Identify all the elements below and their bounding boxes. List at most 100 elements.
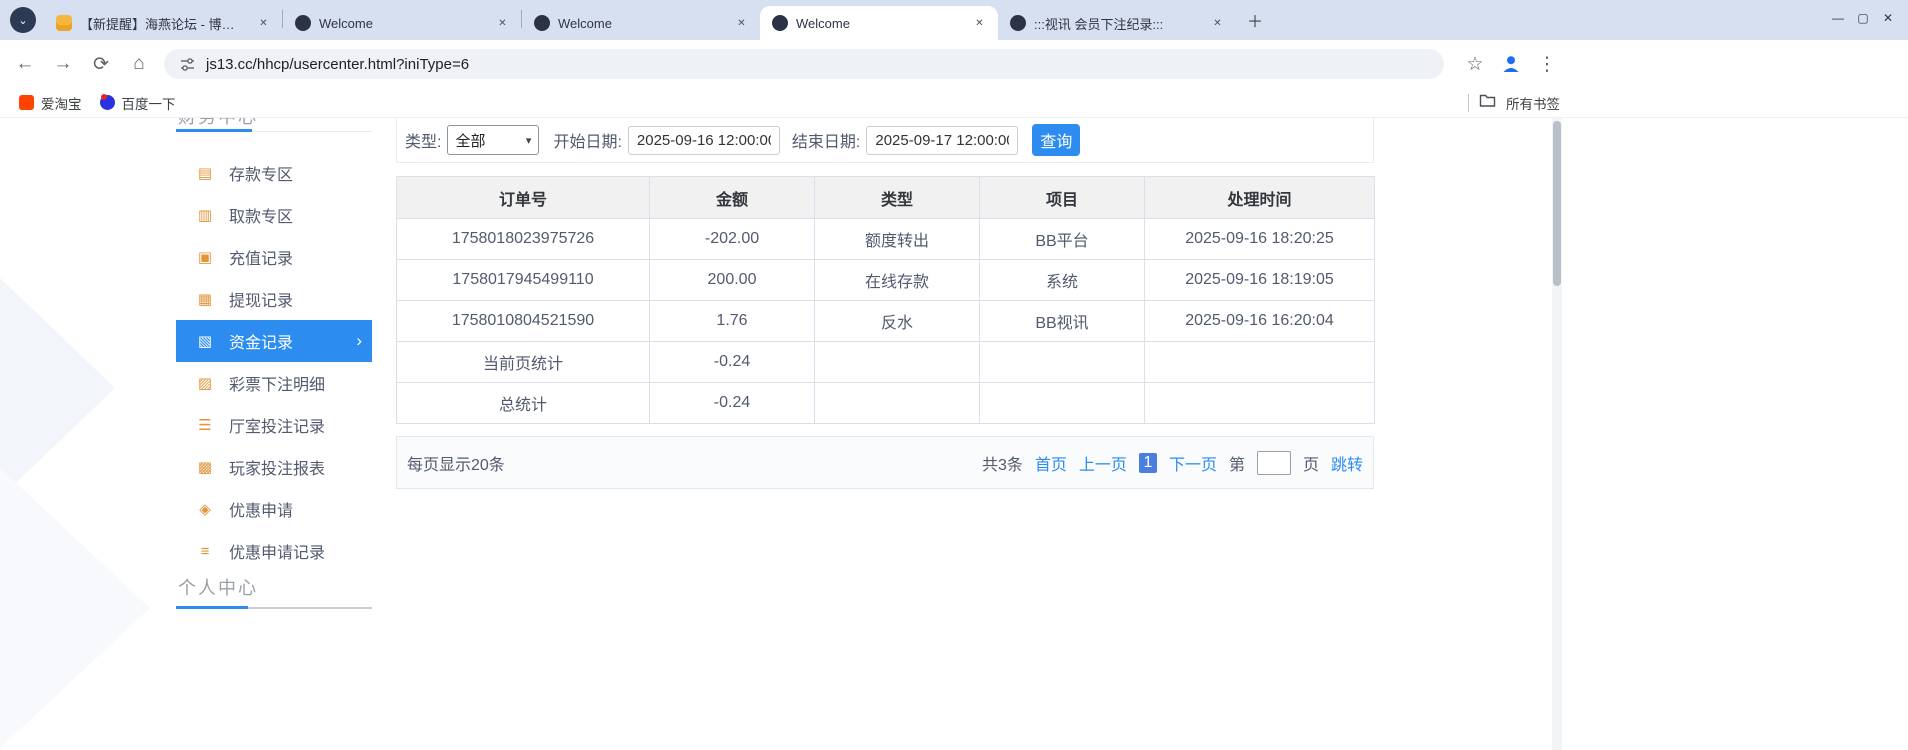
all-bookmarks-label[interactable]: 所有书签 bbox=[1506, 93, 1560, 113]
bookmarks-bar: 爱淘宝 百度一下 bbox=[0, 88, 1908, 118]
profile-avatar[interactable] bbox=[1494, 47, 1528, 81]
tab-forum[interactable]: 【新提醒】海燕论坛 - 博学交... ✕ bbox=[44, 6, 282, 40]
cell-empty bbox=[814, 382, 980, 424]
cell-type: 在线存款 bbox=[814, 259, 980, 301]
decor-triangle bbox=[0, 468, 150, 748]
records-table: 订单号 金额 类型 项目 处理时间 1758018023975726 -202.… bbox=[396, 176, 1375, 424]
end-date-label: 结束日期: bbox=[791, 134, 861, 151]
page-scrollbar[interactable] bbox=[1552, 118, 1562, 750]
sidebar-item-promo-record[interactable]: ≡ 优惠申请记录 bbox=[176, 530, 372, 572]
per-page-label: 每页显示20条 bbox=[407, 456, 505, 474]
tab-search-button[interactable]: ⌄ bbox=[10, 7, 36, 33]
sidebar-item-label: 资金记录 bbox=[229, 335, 294, 352]
table-row-grand-total: 总统计 -0.24 bbox=[396, 382, 1375, 424]
sidebar-item-label: 厅室投注记录 bbox=[229, 419, 326, 436]
address-bar[interactable]: js13.cc/hhcp/usercenter.html?iniType=6 bbox=[164, 49, 1444, 79]
sidebar-item-label: 提现记录 bbox=[229, 293, 294, 310]
jump-suffix-label: 页 bbox=[1302, 456, 1319, 474]
sidebar-item-player-report[interactable]: ▩ 玩家投注报表 bbox=[176, 446, 372, 488]
bookmark-star-icon[interactable]: ☆ bbox=[1456, 47, 1494, 81]
current-page[interactable]: 1 bbox=[1138, 452, 1157, 473]
sidebar-item-deposit[interactable]: ▤ 存款专区 bbox=[176, 152, 372, 194]
sidebar-item-lottery-bets[interactable]: ▨ 彩票下注明细 bbox=[176, 362, 372, 404]
bookmarks-divider bbox=[1468, 94, 1469, 112]
sidebar-item-label: 优惠申请 bbox=[229, 503, 294, 520]
sidebar-item-recharge-record[interactable]: ▣ 充值记录 bbox=[176, 236, 372, 278]
back-button[interactable]: ← bbox=[6, 47, 44, 81]
type-select[interactable]: 全部 ▾ bbox=[447, 125, 540, 155]
cell-time: 2025-09-16 18:20:25 bbox=[1144, 218, 1375, 260]
cell-empty bbox=[979, 341, 1145, 383]
tab-welcome-active[interactable]: Welcome ✕ bbox=[760, 6, 998, 40]
table-header-row: 订单号 金额 类型 项目 处理时间 bbox=[396, 176, 1375, 219]
prev-page-link[interactable]: 上一页 bbox=[1079, 451, 1127, 475]
page-jump-input[interactable] bbox=[1256, 450, 1291, 475]
pagination-bar: 每页显示20条 共3条 首页 上一页 1 下一页 第 页 跳转 bbox=[396, 436, 1374, 489]
deposit-icon: ▤ bbox=[197, 165, 213, 182]
start-date-input[interactable] bbox=[627, 125, 780, 155]
cell-type: 反水 bbox=[814, 300, 980, 342]
tab-welcome-2[interactable]: Welcome ✕ bbox=[522, 6, 760, 40]
tab-close-icon[interactable]: ✕ bbox=[971, 15, 988, 32]
new-tab-button[interactable]: ＋ bbox=[1242, 7, 1268, 33]
bookmark-aitaobao[interactable]: 爱淘宝 bbox=[10, 90, 91, 116]
tab-close-icon[interactable]: ✕ bbox=[494, 15, 511, 32]
baidu-favicon bbox=[99, 94, 115, 110]
column-header-amount: 金额 bbox=[649, 176, 815, 219]
next-page-link[interactable]: 下一页 bbox=[1169, 451, 1217, 475]
browser-window: ⌄ 【新提醒】海燕论坛 - 博学交... ✕ Welcome ✕ Welcome… bbox=[0, 0, 1908, 750]
bookmark-baidu[interactable]: 百度一下 bbox=[91, 90, 185, 116]
sidebar-item-fund-record[interactable]: ▧ 资金记录 › bbox=[176, 320, 372, 362]
chevron-down-icon: ▾ bbox=[525, 134, 532, 147]
tab-close-icon[interactable]: ✕ bbox=[733, 15, 750, 32]
column-header-order: 订单号 bbox=[396, 176, 650, 219]
minimize-button[interactable]: — bbox=[1826, 6, 1850, 30]
column-header-project: 项目 bbox=[979, 176, 1145, 219]
pagination-controls: 共3条 首页 上一页 1 下一页 第 页 跳转 bbox=[982, 450, 1363, 475]
tab-welcome-1[interactable]: Welcome ✕ bbox=[283, 6, 521, 40]
cell-amount: -0.24 bbox=[649, 341, 815, 383]
reload-button[interactable]: ⟳ bbox=[82, 47, 120, 81]
scrollbar-thumb[interactable] bbox=[1553, 121, 1561, 286]
cell-order: 1758017945499110 bbox=[396, 259, 650, 301]
sidebar-item-room-bets[interactable]: ☰ 厅室投注记录 bbox=[176, 404, 372, 446]
type-select-value: 全部 bbox=[455, 132, 486, 150]
browser-menu-icon[interactable]: ⋮ bbox=[1528, 47, 1566, 81]
search-button[interactable]: 查询 bbox=[1032, 124, 1081, 156]
maximize-button[interactable]: ▢ bbox=[1851, 6, 1875, 30]
sidebar-item-withdrawal-record[interactable]: ▦ 提现记录 bbox=[176, 278, 372, 320]
close-button[interactable]: ✕ bbox=[1876, 6, 1900, 30]
jump-link[interactable]: 跳转 bbox=[1331, 451, 1363, 475]
column-header-time: 处理时间 bbox=[1144, 176, 1375, 219]
url-text[interactable]: js13.cc/hhcp/usercenter.html?iniType=6 bbox=[206, 56, 469, 73]
cell-project: 系统 bbox=[979, 259, 1145, 301]
tab-video-records[interactable]: :::视讯 会员下注纪录::: ✕ bbox=[998, 6, 1236, 40]
forward-button[interactable]: → bbox=[44, 47, 82, 81]
home-button[interactable]: ⌂ bbox=[120, 47, 158, 81]
start-date-label: 开始日期: bbox=[553, 134, 622, 151]
sidebar-menu: ▤ 存款专区 ▥ 取款专区 ▣ 充值记录 ▦ 提现记录 ▧ 资金记录 › ▨ 彩… bbox=[176, 152, 372, 572]
site-info-icon[interactable] bbox=[176, 53, 198, 75]
first-page-link[interactable]: 首页 bbox=[1035, 451, 1067, 475]
tab-close-icon[interactable]: ✕ bbox=[255, 15, 272, 32]
tab-title: Welcome bbox=[796, 15, 850, 31]
sidebar-item-label: 充值记录 bbox=[229, 251, 294, 268]
room-bets-icon: ☰ bbox=[198, 417, 212, 434]
tab-strip: ⌄ 【新提醒】海燕论坛 - 博学交... ✕ Welcome ✕ Welcome… bbox=[0, 0, 1908, 40]
toolbar-right-icons: ☆ ⋮ bbox=[1456, 47, 1566, 81]
window-controls: — ▢ ✕ bbox=[1825, 0, 1900, 36]
recharge-record-icon: ▣ bbox=[197, 249, 213, 266]
sidebar-item-withdraw[interactable]: ▥ 取款专区 bbox=[176, 194, 372, 236]
sidebar-item-promo-apply[interactable]: ◈ 优惠申请 bbox=[176, 488, 372, 530]
cell-empty bbox=[814, 341, 980, 383]
cell-type: 额度转出 bbox=[814, 218, 980, 260]
lottery-bets-icon: ▨ bbox=[197, 375, 213, 392]
end-date-input[interactable] bbox=[866, 125, 1019, 155]
cell-empty bbox=[979, 382, 1145, 424]
tab-title: Welcome bbox=[319, 15, 373, 31]
tab-close-icon[interactable]: ✕ bbox=[1209, 15, 1226, 32]
personal-center-heading[interactable]: 个人中心 bbox=[178, 574, 258, 600]
bookmarks-right: 所有书签 bbox=[1468, 88, 1560, 118]
table-row: 1758018023975726 -202.00 额度转出 BB平台 2025-… bbox=[396, 218, 1375, 260]
active-section-underline bbox=[176, 129, 252, 132]
